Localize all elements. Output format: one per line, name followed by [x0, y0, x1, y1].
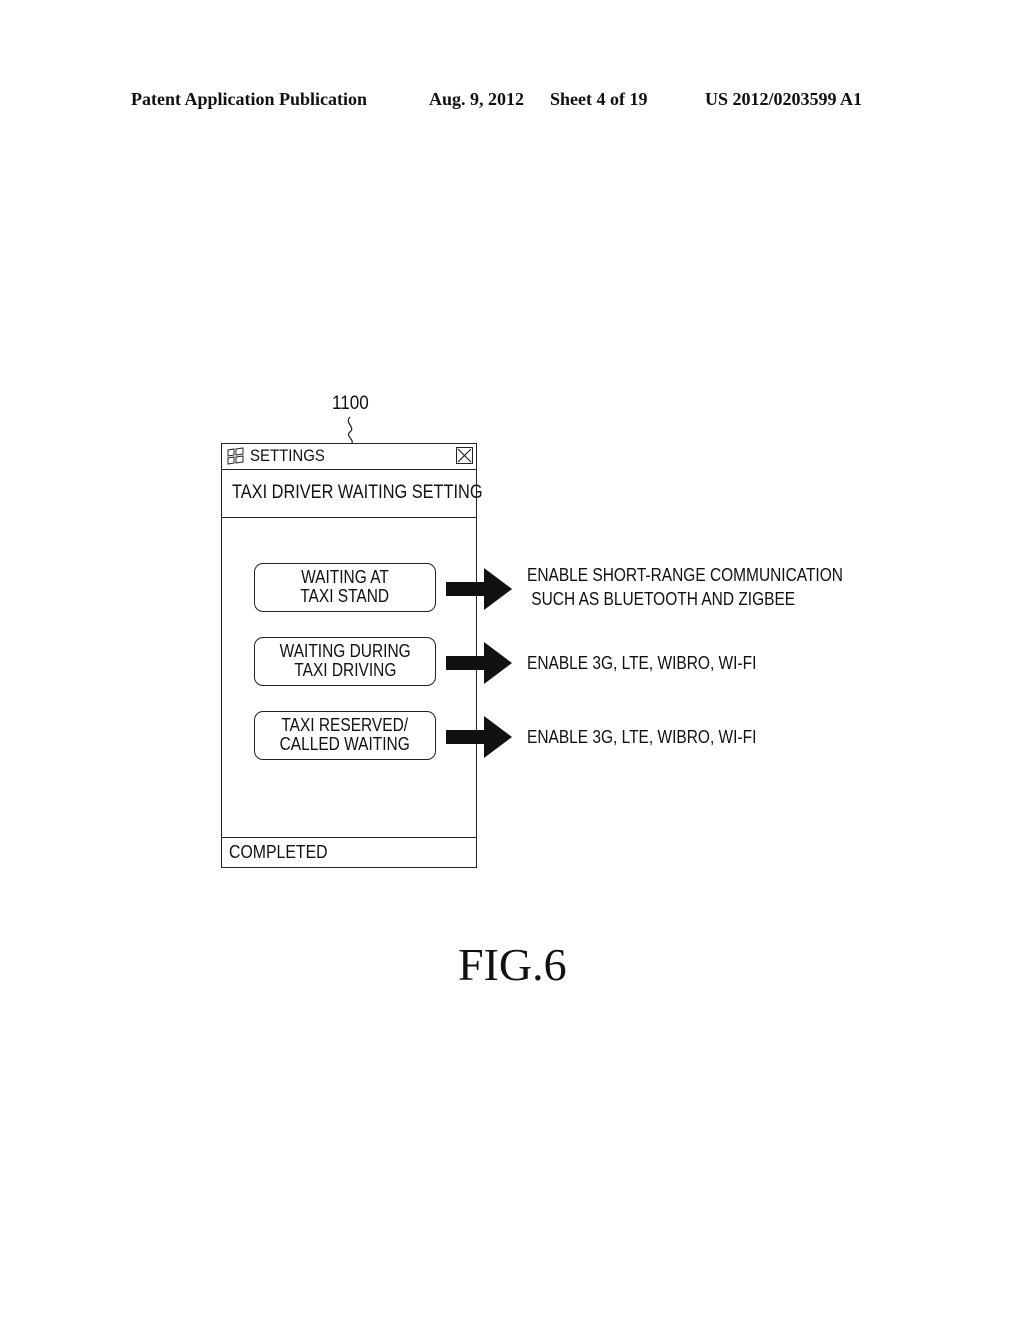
publication-label: Patent Application Publication — [131, 89, 368, 109]
result-3g-lte-2: ENABLE 3G, LTE, WIBRO, WI-FI — [527, 725, 756, 749]
right-arrow-icon — [446, 716, 512, 758]
option-waiting-during-taxi-driving[interactable]: WAITING DURING TAXI DRIVING — [254, 637, 436, 686]
result-short-range: ENABLE SHORT-RANGE COMMUNICATION SUCH AS… — [527, 563, 843, 611]
close-button[interactable] — [456, 447, 473, 464]
title-bar: SETTINGS — [222, 444, 476, 470]
completed-label: COMPLETED — [229, 842, 328, 862]
option-line: TAXI DRIVING — [293, 660, 397, 680]
option-line: TAXI STAND — [300, 586, 390, 606]
patent-number: US 2012/0203599 A1 — [705, 89, 863, 109]
option-taxi-reserved-called-waiting[interactable]: TAXI RESERVED/ CALLED WAITING — [254, 711, 436, 760]
leader-line — [347, 416, 353, 444]
right-arrow-icon — [446, 568, 512, 610]
sheet-number: Sheet 4 of 19 — [550, 89, 648, 109]
subheading-text: TAXI DRIVER WAITING SETTING — [232, 482, 483, 503]
option-line: WAITING AT — [301, 567, 389, 587]
option-line: WAITING DURING — [279, 641, 411, 661]
result-3g-lte-1: ENABLE 3G, LTE, WIBRO, WI-FI — [527, 651, 756, 675]
window-title: SETTINGS — [250, 446, 325, 465]
reference-numeral: 1100 — [332, 393, 369, 414]
result-line: ENABLE SHORT-RANGE COMMUNICATION — [527, 565, 843, 585]
settings-window: SETTINGS TAXI DRIVER WAITING SETTING WAI… — [221, 443, 483, 868]
option-waiting-at-taxi-stand[interactable]: WAITING AT TAXI STAND — [254, 563, 436, 612]
option-line: TAXI RESERVED/ — [281, 715, 409, 735]
settings-subheading: TAXI DRIVER WAITING SETTING — [222, 470, 483, 518]
close-icon — [457, 448, 472, 463]
windows-flag-icon — [227, 447, 244, 465]
option-line: CALLED WAITING — [279, 734, 411, 754]
result-line: ENABLE 3G, LTE, WIBRO, WI-FI — [527, 727, 757, 747]
result-line: ENABLE 3G, LTE, WIBRO, WI-FI — [527, 653, 757, 673]
right-arrow-icon — [446, 642, 512, 684]
result-line: SUCH AS BLUETOOTH AND ZIGBEE — [527, 589, 796, 609]
publication-date: Aug. 9, 2012 — [429, 89, 525, 109]
figure-label: FIG.6 — [458, 939, 567, 990]
completed-button[interactable]: COMPLETED — [222, 837, 476, 867]
